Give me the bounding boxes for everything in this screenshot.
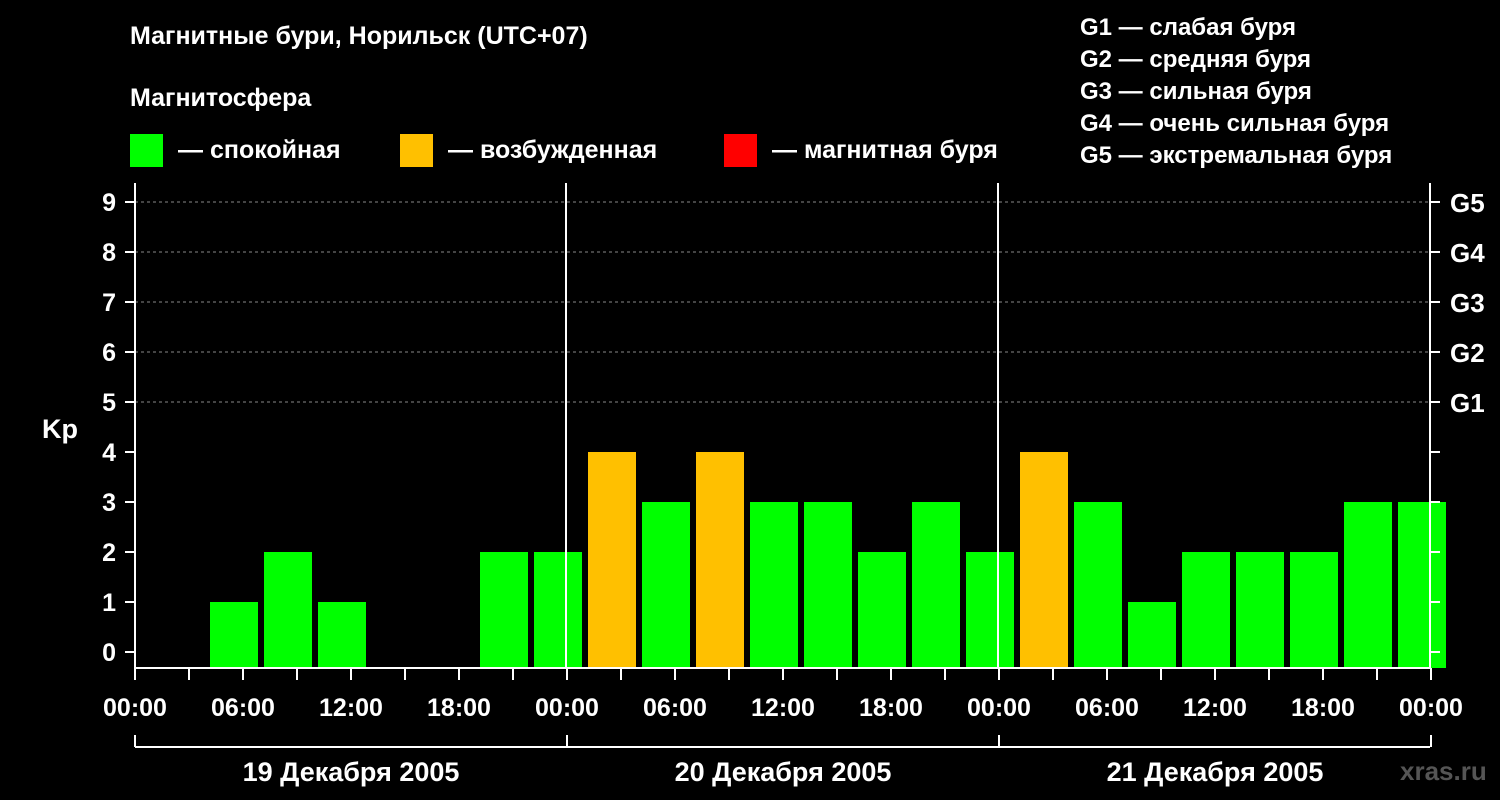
bar [750,502,798,668]
g-scale-label: G5 [1450,188,1485,218]
x-tick-label: 00:00 [103,694,167,722]
bar [1182,552,1230,668]
y-tick-label: 4 [102,439,116,467]
bar [1290,552,1338,668]
x-tick-label: 12:00 [751,694,815,722]
x-tick-label: 00:00 [967,694,1031,722]
y-axis-label: Kp [42,414,78,444]
bar [534,552,582,668]
bar [588,452,636,668]
g-scale-label: G4 [1450,238,1485,268]
y-tick-label: 2 [102,539,116,567]
g-scale-label: G2 [1450,338,1485,368]
bar [912,502,960,668]
g-scale-label: G3 [1450,288,1485,318]
bar [1128,602,1176,668]
bar [1236,552,1284,668]
bar [210,602,258,668]
x-tick-label: 06:00 [211,694,275,722]
bar [642,502,690,668]
x-tick-label: 00:00 [535,694,599,722]
y-tick-label: 9 [102,189,116,217]
bar [1074,502,1122,668]
bar [264,552,312,668]
x-tick-label: 18:00 [859,694,923,722]
bar [1020,452,1068,668]
bar [696,452,744,668]
bar [318,602,366,668]
y-tick-label: 3 [102,489,116,517]
day-label: 19 Декабря 2005 [243,757,460,787]
x-tick-label: 00:00 [1399,694,1463,722]
x-tick-label: 06:00 [643,694,707,722]
y-tick-label: 5 [102,389,116,417]
day-label: 21 Декабря 2005 [1107,757,1324,787]
y-tick-label: 8 [102,239,116,267]
x-tick-label: 12:00 [1183,694,1247,722]
bar [966,552,1014,668]
bar [1398,502,1446,668]
bar [480,552,528,668]
bar [1344,502,1392,668]
kp-chart: 0 1 2 3 4 5 6 7 8 9 G1 G2 G3 G4 G5 Kp 00:00 06:00 12:00 18:… [42,183,1485,787]
g-scale-label: G1 [1450,388,1485,418]
watermark: xras.ru [1400,756,1487,786]
x-tick-label: 12:00 [319,694,383,722]
y-tick-label: 6 [102,339,116,367]
y-tick-label: 0 [102,639,116,667]
bar [858,552,906,668]
day-label: 20 Декабря 2005 [675,757,892,787]
x-tick-label: 18:00 [1291,694,1355,722]
y-tick-label: 1 [102,589,116,617]
x-tick-label: 18:00 [427,694,491,722]
x-tick-label: 06:00 [1075,694,1139,722]
y-tick-label: 7 [102,289,116,317]
bar [804,502,852,668]
